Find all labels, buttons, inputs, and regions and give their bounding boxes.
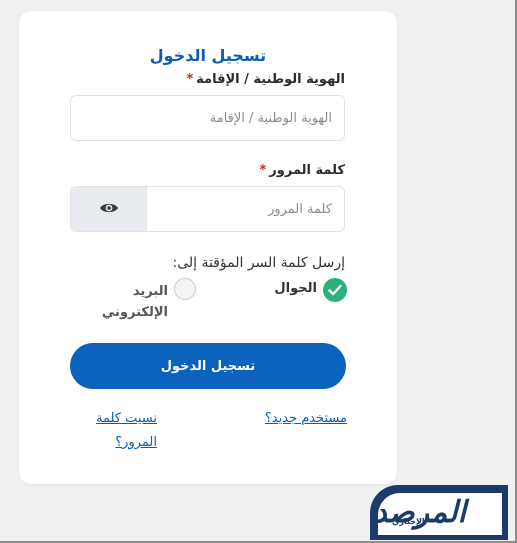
required-marker: *: [259, 163, 267, 178]
required-marker: *: [186, 72, 194, 87]
radio-option-email[interactable]: البريد الإلكتروني: [102, 277, 196, 325]
watermark-inner: المرصد الإخباري: [373, 493, 502, 535]
page: تسجيل الدخول الهوية الوطنية / الإقامة* ك…: [0, 0, 517, 543]
form-title: تسجيل الدخول: [149, 46, 267, 65]
login-card: تسجيل الدخول الهوية الوطنية / الإقامة* ك…: [19, 11, 397, 484]
password-input[interactable]: [144, 187, 344, 231]
check-icon: [323, 278, 347, 302]
forgot-password-link[interactable]: نسيت كلمة المرور؟: [67, 407, 157, 455]
national-id-label: الهوية الوطنية / الإقامة*: [186, 72, 345, 87]
show-password-button[interactable]: [71, 187, 147, 231]
password-label-text: كلمة المرور: [269, 163, 345, 178]
password-field-wrapper: [70, 186, 345, 232]
national-id-label-text: الهوية الوطنية / الإقامة: [196, 72, 345, 87]
radio-email-label: البريد الإلكتروني: [101, 284, 168, 320]
radio-mobile-label: الجوال: [274, 281, 317, 296]
login-button[interactable]: تسجيل الدخول: [70, 343, 346, 389]
radio-circle[interactable]: [174, 278, 196, 300]
national-id-input[interactable]: [71, 96, 344, 140]
watermark-subtitle: الإخباري: [392, 517, 425, 526]
send-otp-label: إرسل كلمة السر المؤقتة إلى:: [172, 255, 346, 271]
radio-option-mobile[interactable]: الجوال: [267, 277, 347, 303]
watermark-brand: المرصد: [373, 495, 466, 530]
watermark-logo: المرصد الإخباري: [370, 485, 508, 540]
national-id-field-wrapper: [70, 95, 345, 141]
eye-icon: [99, 200, 119, 219]
password-label: كلمة المرور*: [259, 163, 345, 178]
new-user-link[interactable]: مستخدم جديد؟: [243, 407, 347, 431]
